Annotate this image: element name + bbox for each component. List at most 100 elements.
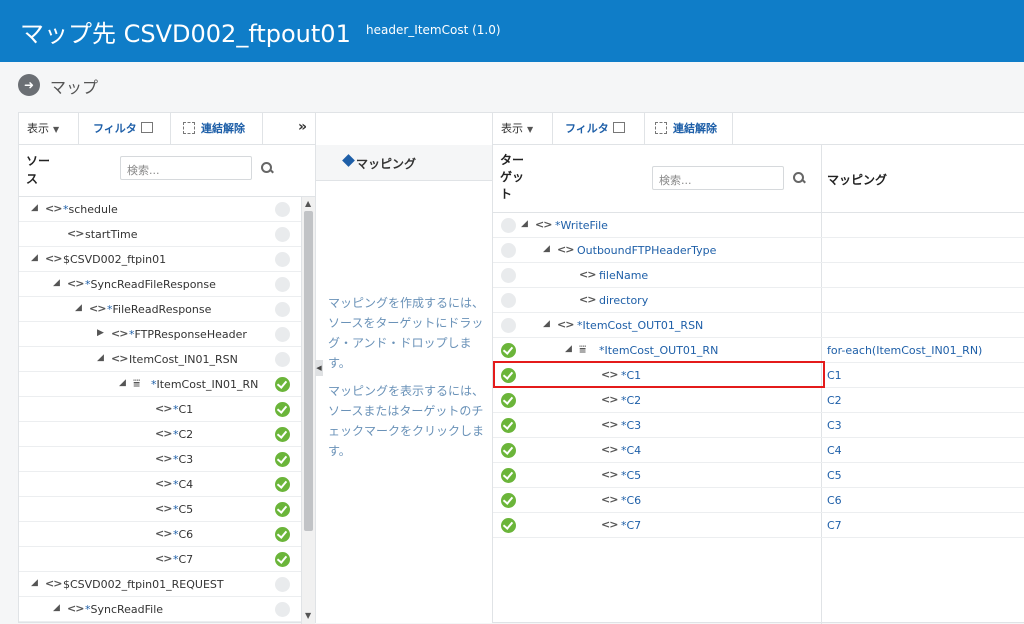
- source-view-menu[interactable]: 表示 ▼: [19, 113, 79, 144]
- collapse-arrow-icon[interactable]: ◢: [119, 378, 126, 388]
- source-tree-row[interactable]: <> *C5: [19, 497, 303, 522]
- collapse-arrow-icon[interactable]: ◢: [521, 219, 528, 229]
- target-view-menu[interactable]: 表示 ▼: [493, 113, 553, 144]
- source-tree-row[interactable]: <> *C7: [19, 547, 303, 572]
- source-tree-row[interactable]: <> *C3: [19, 447, 303, 472]
- mapping-expression[interactable]: C6: [827, 494, 842, 507]
- unmapped-status-icon[interactable]: [501, 318, 516, 333]
- mapped-check-icon[interactable]: [501, 418, 516, 433]
- mapped-check-icon[interactable]: [501, 393, 516, 408]
- unmapped-status-icon[interactable]: [275, 352, 290, 367]
- target-unlink-button[interactable]: 連結解除: [645, 113, 733, 144]
- mapping-expression[interactable]: C7: [827, 519, 842, 532]
- source-tree-row[interactable]: <> *C2: [19, 422, 303, 447]
- mapped-check-icon[interactable]: [501, 493, 516, 508]
- unmapped-status-icon[interactable]: [501, 243, 516, 258]
- target-tree-row[interactable]: ◢ ⩸ *ItemCost_OUT01_RN for-each(ItemCost_IN…: [493, 338, 1024, 363]
- source-tree-row[interactable]: ◢ <> $CSVD002_ftpin01: [19, 247, 303, 272]
- unmapped-status-icon[interactable]: [501, 293, 516, 308]
- mapped-check-icon[interactable]: [275, 452, 290, 467]
- target-tree-row[interactable]: <> *C2 C2: [493, 388, 1024, 413]
- collapse-arrow-icon[interactable]: ◢: [75, 303, 82, 313]
- target-tree-row[interactable]: <> *C3 C3: [493, 413, 1024, 438]
- collapse-arrow-icon[interactable]: ◢: [543, 244, 550, 254]
- target-search-input[interactable]: 検索...: [652, 166, 784, 190]
- unmapped-status-icon[interactable]: [275, 577, 290, 592]
- mapped-check-icon[interactable]: [275, 427, 290, 442]
- source-tree-row[interactable]: ▶ <> *FTPResponseHeader: [19, 322, 303, 347]
- source-tree-row[interactable]: ◢ <> $CSVD002_ftpin01_REQUEST: [19, 572, 303, 597]
- target-tree-row[interactable]: <> *C5 C5: [493, 463, 1024, 488]
- mapping-expression[interactable]: C4: [827, 444, 842, 457]
- mapping-expression[interactable]: C3: [827, 419, 842, 432]
- mapping-expression[interactable]: for-each(ItemCost_IN01_RN): [827, 344, 982, 357]
- collapse-arrow-icon[interactable]: ◢: [53, 603, 60, 613]
- mapped-check-icon[interactable]: [501, 468, 516, 483]
- mapped-check-icon[interactable]: [275, 402, 290, 417]
- expand-panel-icon[interactable]: »: [298, 119, 307, 135]
- mapped-check-icon[interactable]: [275, 377, 290, 392]
- collapse-arrow-icon[interactable]: ◢: [31, 253, 38, 263]
- collapse-arrow-icon[interactable]: ◢: [31, 203, 38, 213]
- source-tree-row[interactable]: ◢ <> *SyncReadFileResponse: [19, 272, 303, 297]
- unmapped-status-icon[interactable]: [501, 268, 516, 283]
- target-node-label: *C2: [621, 394, 641, 407]
- node-name: C2: [626, 394, 642, 407]
- source-tree-row[interactable]: <> *C4: [19, 472, 303, 497]
- unmapped-status-icon[interactable]: [275, 602, 290, 617]
- source-tree-row[interactable]: ◢ ⩸ *ItemCost_IN01_RN: [19, 372, 303, 397]
- source-filter-button[interactable]: フィルタ: [79, 113, 171, 144]
- mapped-check-icon[interactable]: [275, 552, 290, 567]
- collapse-arrow-icon[interactable]: ◢: [565, 344, 572, 354]
- scroll-up-icon[interactable]: ▲: [305, 199, 311, 208]
- source-tree-row[interactable]: <> *C6: [19, 522, 303, 547]
- target-search-icon[interactable]: [792, 171, 806, 185]
- mapped-check-icon[interactable]: [275, 502, 290, 517]
- source-tree-row[interactable]: ◢ <> *FileReadResponse: [19, 297, 303, 322]
- source-tree-row[interactable]: ◢ <> ItemCost_IN01_RSN: [19, 347, 303, 372]
- unmapped-status-icon[interactable]: [275, 227, 290, 242]
- target-tree-row[interactable]: ◢ <> *ItemCost_OUT01_RSN: [493, 313, 1024, 338]
- scroll-down-icon[interactable]: ▼: [305, 611, 311, 620]
- unmapped-status-icon[interactable]: [275, 302, 290, 317]
- collapse-arrow-icon[interactable]: ◢: [97, 353, 104, 363]
- expand-arrow-icon[interactable]: ▶: [97, 328, 104, 338]
- collapse-splitter-icon[interactable]: ◀: [315, 360, 323, 376]
- mapped-check-icon[interactable]: [501, 518, 516, 533]
- target-tree-row[interactable]: ◢ <> OutboundFTPHeaderType: [493, 238, 1024, 263]
- scroll-thumb[interactable]: [304, 211, 313, 531]
- unmapped-status-icon[interactable]: [501, 218, 516, 233]
- source-tree-row[interactable]: ◢ <> *SyncReadFile: [19, 597, 303, 622]
- mapped-check-icon[interactable]: [275, 527, 290, 542]
- source-tree-row[interactable]: <> *C1: [19, 397, 303, 422]
- unmapped-status-icon[interactable]: [275, 277, 290, 292]
- mapping-expression[interactable]: C5: [827, 469, 842, 482]
- source-search-input[interactable]: 検索...: [120, 156, 252, 180]
- source-unlink-button[interactable]: 連結解除: [171, 113, 263, 144]
- target-tree-row[interactable]: <> fileName: [493, 263, 1024, 288]
- mapped-check-icon[interactable]: [275, 477, 290, 492]
- unmapped-status-icon[interactable]: [275, 252, 290, 267]
- mapping-expression[interactable]: C1: [827, 369, 842, 382]
- unmapped-status-icon[interactable]: [275, 327, 290, 342]
- target-tree-row[interactable]: <> directory: [493, 288, 1024, 313]
- source-tree-row[interactable]: <> startTime: [19, 222, 303, 247]
- unmapped-status-icon[interactable]: [275, 202, 290, 217]
- source-scrollbar[interactable]: ▲ ▼: [301, 197, 315, 624]
- mapped-check-icon[interactable]: [501, 443, 516, 458]
- source-tree-row[interactable]: ◢ <> *schedule: [19, 197, 303, 222]
- collapse-arrow-icon[interactable]: ◢: [543, 319, 550, 329]
- target-filter-button[interactable]: フィルタ: [553, 113, 645, 144]
- target-tree-row[interactable]: <> *C6 C6: [493, 488, 1024, 513]
- collapse-arrow-icon[interactable]: ◢: [31, 578, 38, 588]
- back-map-icon[interactable]: ➜: [18, 74, 40, 96]
- source-search-icon[interactable]: [260, 161, 274, 175]
- element-icon: <>: [67, 602, 84, 615]
- node-name: C4: [178, 478, 194, 491]
- target-tree-row[interactable]: <> *C7 C7: [493, 513, 1024, 538]
- target-tree-row[interactable]: ◢ <> *WriteFile: [493, 213, 1024, 238]
- target-tree-row[interactable]: <> *C4 C4: [493, 438, 1024, 463]
- mapping-expression[interactable]: C2: [827, 394, 842, 407]
- collapse-arrow-icon[interactable]: ◢: [53, 278, 60, 288]
- mapped-check-icon[interactable]: [501, 343, 516, 358]
